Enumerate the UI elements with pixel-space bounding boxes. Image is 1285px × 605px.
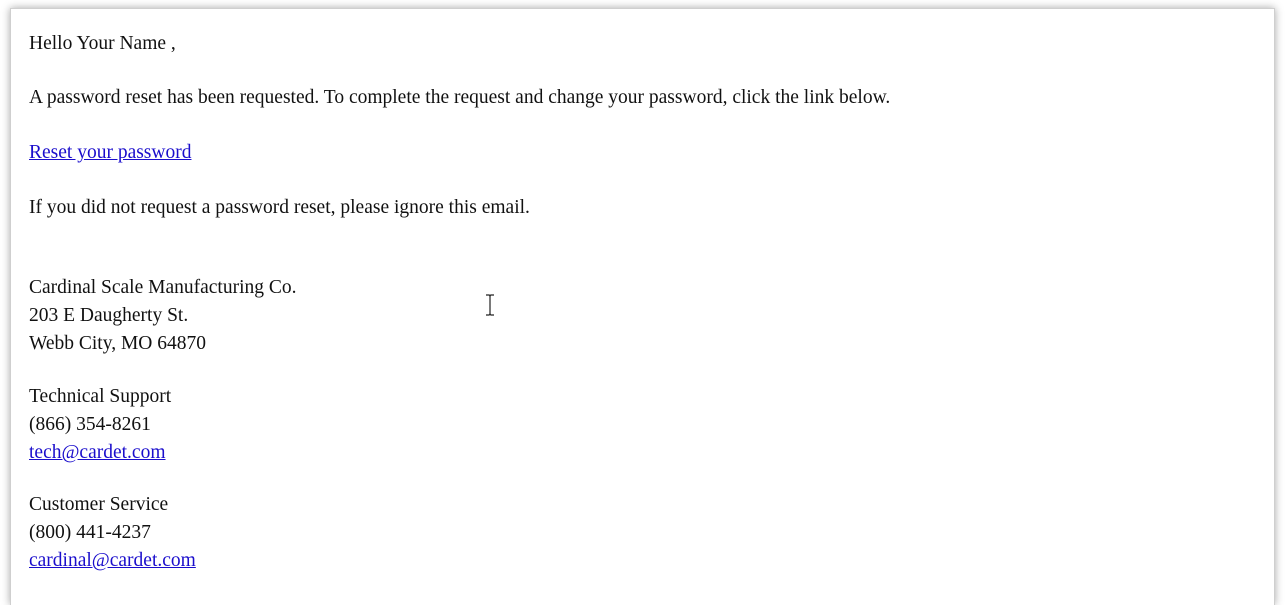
reset-link-paragraph: Reset your password (29, 140, 191, 166)
ignore-note-text: If you did not request a password reset,… (29, 197, 530, 218)
customer-service-label: Customer Service (29, 494, 169, 515)
technical-support-contact: Technical Support (866) 354-8261 tech@ca… (29, 383, 171, 467)
tech-support-phone: (866) 354-8261 (29, 414, 151, 435)
company-address: Cardinal Scale Manufacturing Co. 203 E D… (29, 274, 297, 358)
customer-service-contact: Customer Service (800) 441-4237 cardinal… (29, 491, 196, 575)
reset-password-link[interactable]: Reset your password (29, 142, 191, 163)
greeting-text: Hello Your Name , (29, 33, 176, 54)
company-name: Cardinal Scale Manufacturing Co. (29, 277, 297, 298)
company-street: 203 E Daugherty St. (29, 305, 189, 326)
company-city: Webb City, MO 64870 (29, 333, 206, 354)
reset-intro-text: A password reset has been requested. To … (29, 87, 891, 108)
tech-support-label: Technical Support (29, 386, 172, 407)
tech-support-email-link[interactable]: tech@cardet.com (29, 442, 166, 463)
customer-service-phone: (800) 441-4237 (29, 522, 151, 543)
customer-service-email-link[interactable]: cardinal@cardet.com (29, 550, 196, 571)
text-cursor-icon (486, 294, 494, 316)
email-message-pane: Hello Your Name , A password reset has b… (10, 8, 1275, 605)
